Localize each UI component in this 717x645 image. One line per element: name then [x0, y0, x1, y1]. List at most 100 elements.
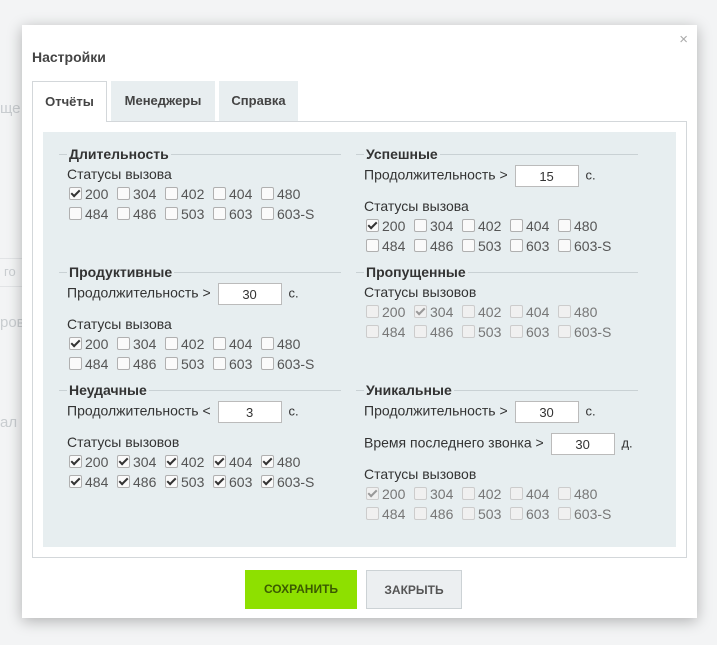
- status-checkbox[interactable]: 200: [366, 218, 405, 234]
- duration-input[interactable]: 3: [217, 401, 282, 423]
- status-checkbox[interactable]: 603: [213, 474, 252, 490]
- checkbox-box[interactable]: [165, 455, 178, 468]
- checkbox-box[interactable]: [414, 239, 427, 252]
- checkbox-box[interactable]: [213, 187, 226, 200]
- status-checkbox[interactable]: 603-S: [558, 238, 611, 254]
- checkbox-box[interactable]: [213, 455, 226, 468]
- status-checkbox[interactable]: 484: [69, 206, 108, 222]
- status-checkbox[interactable]: 480: [261, 336, 300, 352]
- checkbox-box[interactable]: [462, 305, 475, 318]
- checkbox-box[interactable]: [69, 455, 82, 468]
- status-checkbox[interactable]: 304: [117, 186, 156, 202]
- checkbox-box[interactable]: [366, 507, 379, 520]
- status-checkbox[interactable]: 480: [261, 454, 300, 470]
- status-checkbox[interactable]: 484: [366, 324, 405, 340]
- status-checkbox[interactable]: 480: [558, 304, 597, 320]
- status-checkbox[interactable]: 304: [117, 454, 156, 470]
- checkbox-box[interactable]: [117, 475, 130, 488]
- checkbox-box[interactable]: [117, 187, 130, 200]
- status-checkbox[interactable]: 480: [558, 218, 597, 234]
- tab-help[interactable]: Справка: [219, 81, 298, 121]
- status-checkbox[interactable]: 402: [462, 486, 501, 502]
- checkbox-box[interactable]: [213, 475, 226, 488]
- checkbox-box[interactable]: [261, 475, 274, 488]
- status-checkbox[interactable]: 503: [165, 356, 204, 372]
- checkbox-box[interactable]: [558, 305, 571, 318]
- status-checkbox[interactable]: 503: [462, 506, 501, 522]
- status-checkbox[interactable]: 200: [69, 454, 108, 470]
- checkbox-box[interactable]: [165, 207, 178, 220]
- checkbox-box[interactable]: [261, 207, 274, 220]
- checkbox-box[interactable]: [414, 507, 427, 520]
- checkbox-box[interactable]: [261, 455, 274, 468]
- checkbox-box[interactable]: [366, 219, 379, 232]
- status-checkbox[interactable]: 402: [165, 186, 204, 202]
- tab-managers[interactable]: Менеджеры: [111, 81, 215, 121]
- checkbox-box[interactable]: [117, 337, 130, 350]
- status-checkbox[interactable]: 603: [510, 238, 549, 254]
- checkbox-box[interactable]: [117, 357, 130, 370]
- status-checkbox[interactable]: 484: [366, 238, 405, 254]
- status-checkbox[interactable]: 486: [414, 506, 453, 522]
- checkbox-box[interactable]: [414, 219, 427, 232]
- status-checkbox[interactable]: 404: [213, 336, 252, 352]
- status-checkbox[interactable]: 503: [165, 474, 204, 490]
- checkbox-box[interactable]: [462, 507, 475, 520]
- checkbox-box[interactable]: [117, 207, 130, 220]
- status-checkbox[interactable]: 480: [261, 186, 300, 202]
- status-checkbox[interactable]: 603: [510, 324, 549, 340]
- checkbox-box[interactable]: [558, 219, 571, 232]
- checkbox-box[interactable]: [213, 207, 226, 220]
- close-button[interactable]: ЗАКРЫТЬ: [366, 570, 462, 609]
- status-checkbox[interactable]: 486: [117, 474, 156, 490]
- status-checkbox[interactable]: 503: [165, 206, 204, 222]
- duration-input[interactable]: 30: [217, 283, 282, 305]
- checkbox-box[interactable]: [165, 337, 178, 350]
- checkbox-box[interactable]: [414, 325, 427, 338]
- status-checkbox[interactable]: 200: [366, 304, 405, 320]
- duration-input[interactable]: 15: [514, 165, 579, 187]
- checkbox-box[interactable]: [510, 239, 523, 252]
- checkbox-box[interactable]: [366, 239, 379, 252]
- checkbox-box[interactable]: [213, 337, 226, 350]
- tab-reports[interactable]: Отчёты: [32, 81, 107, 122]
- checkbox-box[interactable]: [510, 305, 523, 318]
- checkbox-box[interactable]: [69, 337, 82, 350]
- status-checkbox[interactable]: 603: [213, 356, 252, 372]
- checkbox-box[interactable]: [558, 507, 571, 520]
- checkbox-box[interactable]: [510, 487, 523, 500]
- checkbox-box[interactable]: [558, 325, 571, 338]
- checkbox-box[interactable]: [165, 187, 178, 200]
- checkbox-box[interactable]: [69, 207, 82, 220]
- status-checkbox[interactable]: 603-S: [558, 506, 611, 522]
- checkbox-box[interactable]: [510, 507, 523, 520]
- status-checkbox[interactable]: 304: [414, 486, 453, 502]
- status-checkbox[interactable]: 486: [117, 206, 156, 222]
- checkbox-box[interactable]: [558, 487, 571, 500]
- checkbox-box[interactable]: [69, 357, 82, 370]
- checkbox-box[interactable]: [414, 305, 427, 318]
- checkbox-box[interactable]: [366, 305, 379, 318]
- checkbox-box[interactable]: [165, 475, 178, 488]
- status-checkbox[interactable]: 484: [366, 506, 405, 522]
- status-checkbox[interactable]: 404: [510, 304, 549, 320]
- status-checkbox[interactable]: 404: [510, 218, 549, 234]
- checkbox-box[interactable]: [414, 487, 427, 500]
- status-checkbox[interactable]: 402: [165, 454, 204, 470]
- checkbox-box[interactable]: [462, 239, 475, 252]
- status-checkbox[interactable]: 402: [462, 304, 501, 320]
- checkbox-box[interactable]: [213, 357, 226, 370]
- status-checkbox[interactable]: 484: [69, 474, 108, 490]
- checkbox-box[interactable]: [261, 337, 274, 350]
- checkbox-box[interactable]: [69, 475, 82, 488]
- status-checkbox[interactable]: 603: [213, 206, 252, 222]
- checkbox-box[interactable]: [510, 219, 523, 232]
- status-checkbox[interactable]: 200: [69, 186, 108, 202]
- checkbox-box[interactable]: [366, 325, 379, 338]
- checkbox-box[interactable]: [558, 239, 571, 252]
- status-checkbox[interactable]: 484: [69, 356, 108, 372]
- checkbox-box[interactable]: [117, 455, 130, 468]
- checkbox-box[interactable]: [510, 325, 523, 338]
- checkbox-box[interactable]: [261, 357, 274, 370]
- status-checkbox[interactable]: 486: [117, 356, 156, 372]
